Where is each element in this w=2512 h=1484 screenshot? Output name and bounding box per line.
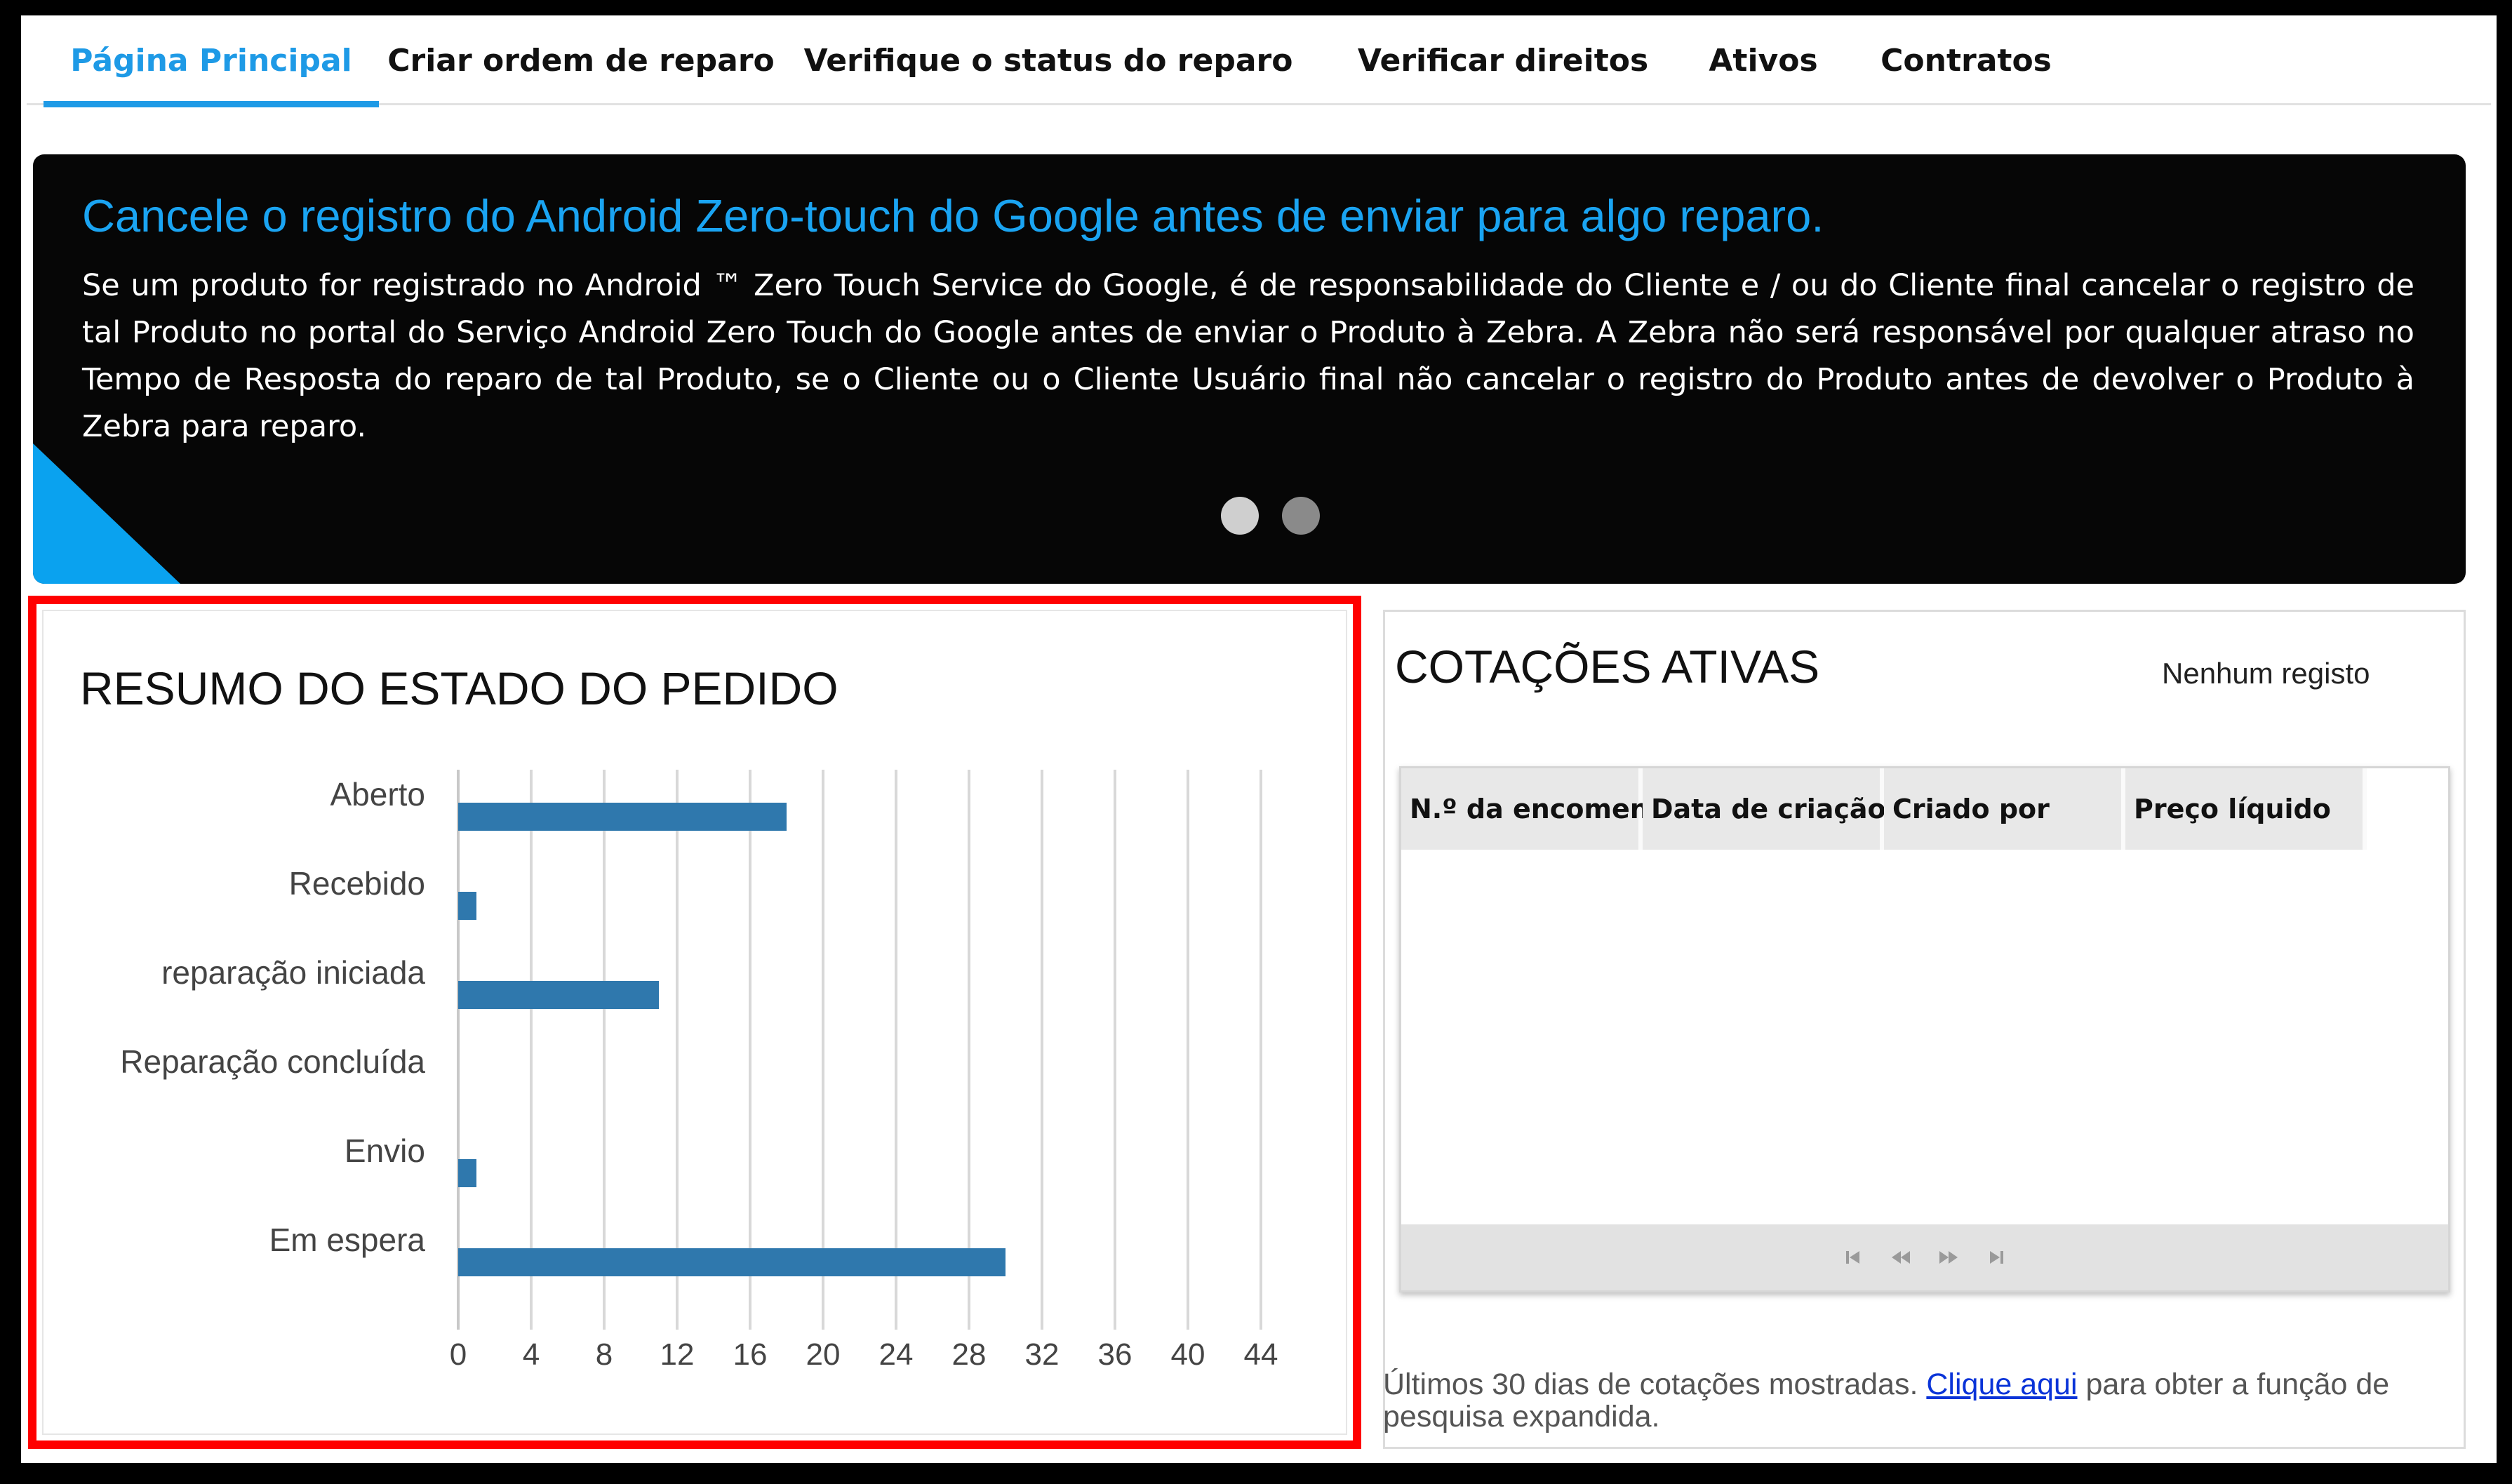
bar: [458, 1248, 1006, 1276]
x-tick-label: 12: [660, 1337, 695, 1372]
first-page-icon[interactable]: [1838, 1243, 1868, 1272]
bar: [458, 892, 476, 920]
category-label: Envio: [345, 1132, 425, 1169]
banner-corner-decoration: [33, 443, 180, 584]
x-tick-label: 40: [1171, 1337, 1205, 1372]
x-tick-label: 36: [1098, 1337, 1133, 1372]
order-status-summary-panel: RESUMO DO ESTADO DO PEDIDO 0 4 8 12 16 20 24 28…: [28, 596, 1361, 1449]
active-quotes-title: COTAÇÕES ATIVAS: [1395, 641, 1820, 693]
tab-pagina-principal[interactable]: Página Principal: [44, 15, 379, 107]
x-tick-label: 44: [1244, 1337, 1278, 1372]
banner-title: Cancele o registro do Android Zero-touch…: [82, 190, 1824, 241]
column-header-order-number[interactable]: N.º da encomenda: [1401, 768, 1686, 850]
column-header-net-price[interactable]: Preço líquido: [2125, 768, 2367, 850]
order-status-bar-chart: 0 4 8 12 16 20 24 28 32 36 40 44 Aberto Recebido repar…: [120, 770, 1278, 1372]
x-tick-label: 20: [806, 1337, 841, 1372]
category-label: Recebido: [289, 865, 425, 902]
x-tick-label: 4: [523, 1337, 540, 1372]
last-page-icon[interactable]: [1982, 1243, 2011, 1272]
x-tick-label: 8: [596, 1337, 613, 1372]
bar: [458, 803, 787, 831]
tab-verificar-direitos[interactable]: Verificar direitos: [1358, 15, 1648, 105]
tab-ativos[interactable]: Ativos: [1704, 15, 1823, 105]
bar: [458, 981, 659, 1009]
x-tick-label: 32: [1025, 1337, 1060, 1372]
category-label: Aberto: [330, 776, 425, 813]
x-tick-label: 28: [952, 1337, 987, 1372]
app-frame: Página Principal Criar ordem de reparo V…: [21, 15, 2497, 1463]
quotes-grid-header: N.º da encomenda Data de criação Criado …: [1401, 768, 2367, 850]
tab-verifique-status-reparo[interactable]: Verifique o status do reparo: [804, 15, 1293, 105]
tab-criar-ordem-de-reparo[interactable]: Criar ordem de reparo: [387, 15, 775, 105]
carousel-dot-2[interactable]: [1282, 497, 1320, 535]
bar: [458, 1159, 476, 1187]
quotes-grid: N.º da encomenda Data de criação Criado …: [1399, 766, 2450, 1292]
x-tick-label: 24: [879, 1337, 914, 1372]
banner-body: Se um produto for registrado no Android …: [82, 268, 2414, 444]
column-header-creation-date[interactable]: Data de criação: [1643, 768, 1886, 850]
no-records-message: Nenhum registo: [2162, 657, 2370, 690]
quotes-footnote: Últimos 30 dias de cotações mostradas. C…: [1383, 1368, 2478, 1433]
expanded-search-link[interactable]: Clique aqui: [1926, 1368, 2077, 1401]
previous-page-icon[interactable]: [1886, 1243, 1916, 1272]
tab-contratos[interactable]: Contratos: [1875, 15, 2057, 105]
active-quotes-panel: COTAÇÕES ATIVAS Nenhum registo N.º da en…: [1383, 610, 2466, 1449]
category-label: Em espera: [269, 1222, 426, 1258]
announcement-banner: Cancele o registro do Android Zero-touch…: [33, 154, 2466, 584]
category-label: reparação iniciada: [161, 954, 425, 991]
column-header-created-by[interactable]: Criado por: [1884, 768, 2125, 850]
quotes-grid-pager: [1401, 1224, 2448, 1290]
x-tick-label: 16: [733, 1337, 768, 1372]
x-tick-label: 0: [450, 1337, 467, 1372]
top-nav: Página Principal Criar ordem de reparo V…: [27, 15, 2491, 107]
footnote-prefix: Últimos 30 dias de cotações mostradas.: [1383, 1368, 1918, 1401]
category-label: Reparação concluída: [120, 1043, 425, 1080]
carousel-dot-1[interactable]: [1221, 497, 1259, 535]
next-page-icon[interactable]: [1934, 1243, 1963, 1272]
